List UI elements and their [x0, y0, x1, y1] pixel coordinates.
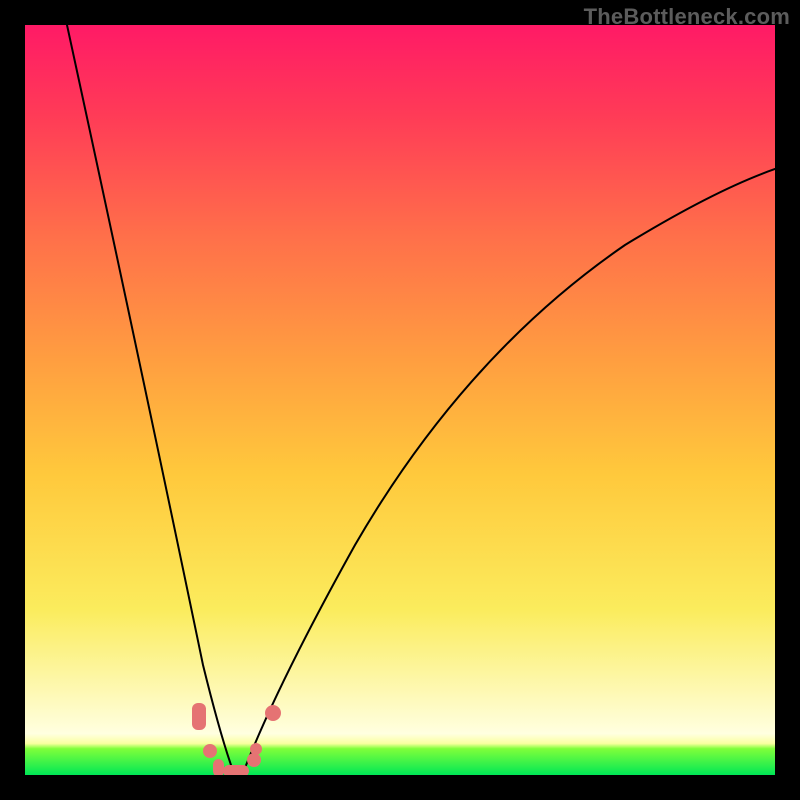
plot-area [25, 25, 775, 775]
marker-bottom-center [223, 765, 249, 775]
curve-right [243, 169, 775, 773]
marker-left-mid [203, 744, 217, 758]
marker-right-low [247, 753, 261, 767]
watermark-text: TheBottleneck.com [584, 4, 790, 30]
marker-right-mid [250, 743, 262, 755]
marker-bottom-left [213, 759, 224, 775]
marker-left-top [192, 703, 206, 730]
marker-right-top [265, 705, 281, 721]
chart-frame: TheBottleneck.com [0, 0, 800, 800]
curve-left [67, 25, 231, 765]
curve-svg [25, 25, 775, 775]
